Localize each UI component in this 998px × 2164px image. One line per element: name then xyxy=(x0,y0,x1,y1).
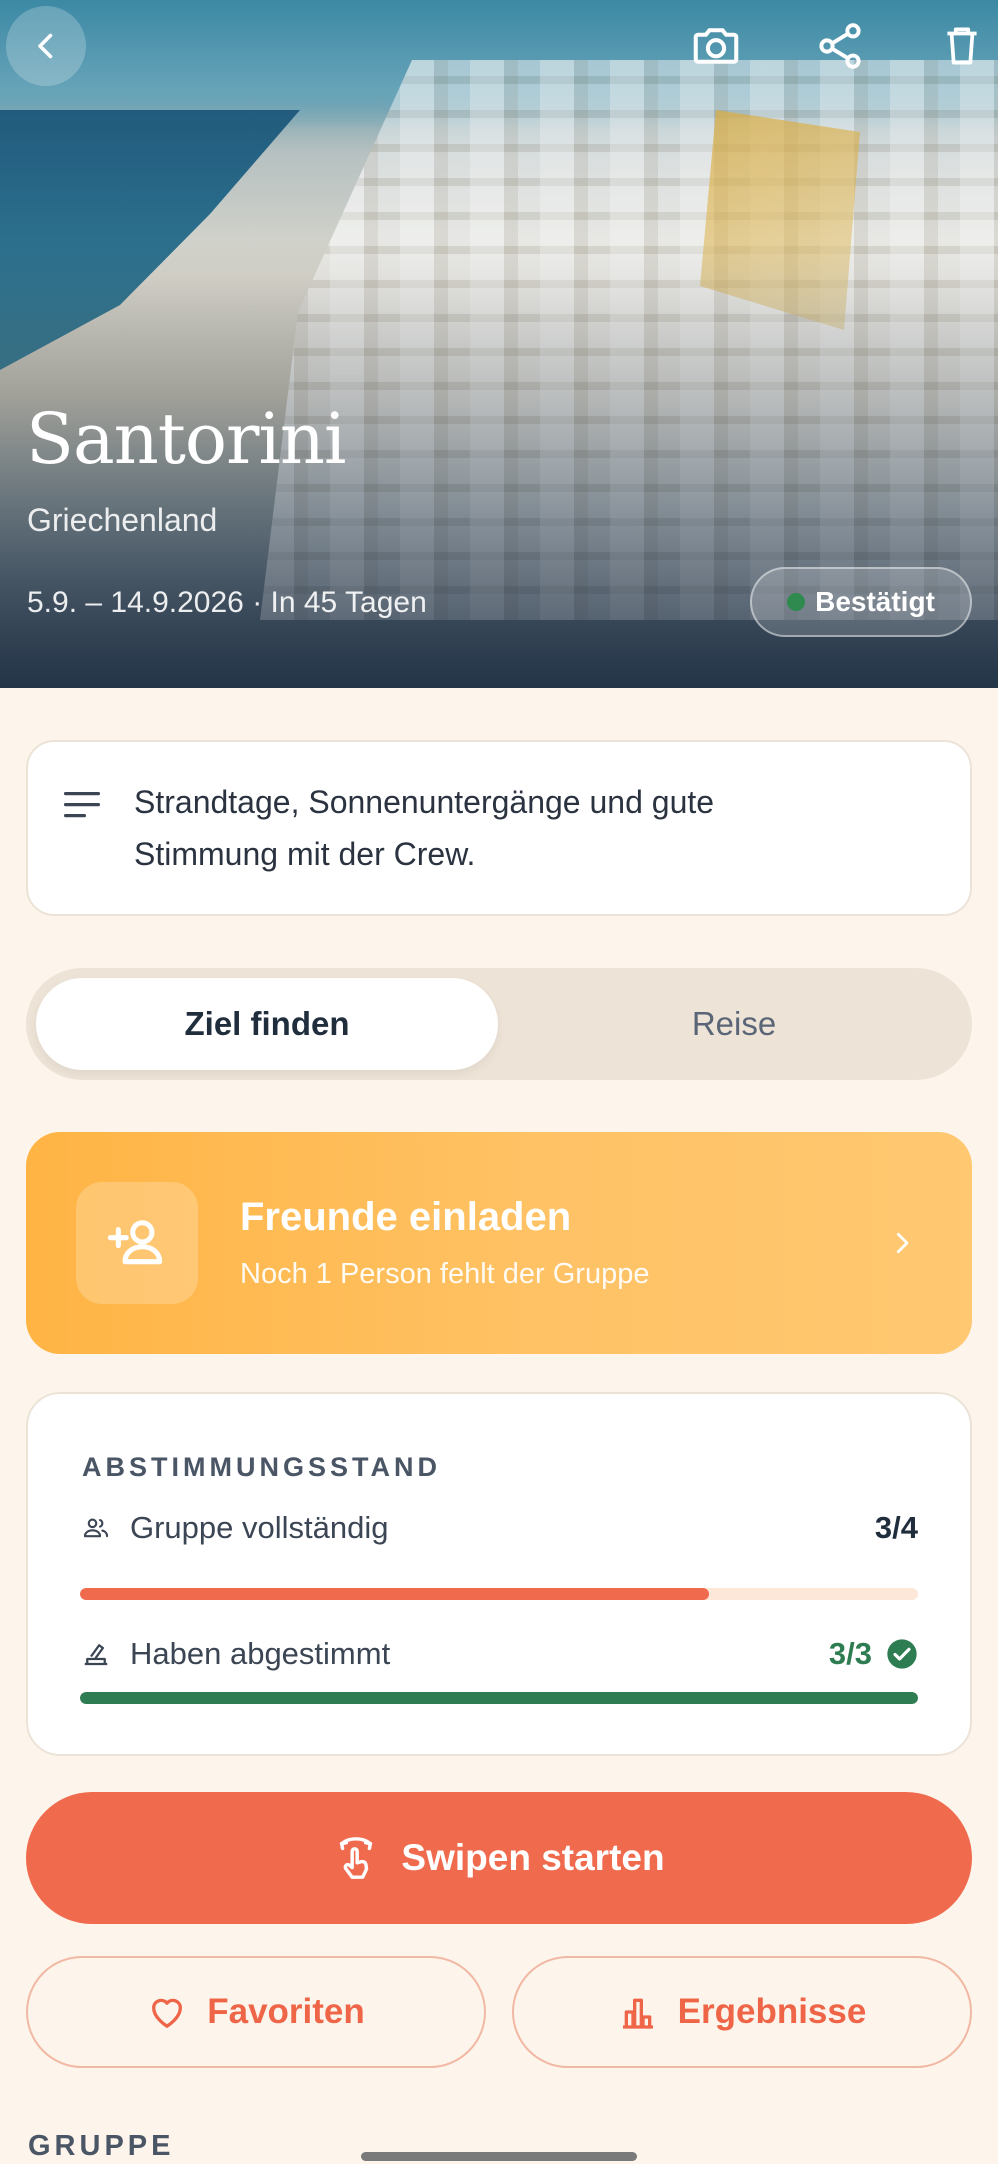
tab-reise[interactable]: Reise xyxy=(506,978,962,1070)
home-indicator[interactable] xyxy=(361,2152,637,2161)
description-text: Strandtage, Sonnenuntergänge und gute St… xyxy=(134,776,714,880)
notes-icon xyxy=(64,782,104,825)
trip-country: Griechenland xyxy=(27,502,218,538)
vote-row-group: Gruppe vollständig 3/4 xyxy=(80,1508,918,1548)
swipe-start-label: Swipen starten xyxy=(401,1837,665,1878)
description-line-2: Stimmung mit der Crew. xyxy=(134,836,476,872)
vote-row-voted: Haben abgestimmt 3/3 xyxy=(80,1634,918,1674)
progress-bar-voted xyxy=(80,1692,918,1704)
status-dot xyxy=(787,593,806,611)
group-icon xyxy=(83,1518,109,1538)
back-button[interactable] xyxy=(6,6,86,86)
favorites-label: Favoriten xyxy=(207,1992,365,2031)
camera-icon xyxy=(693,28,739,64)
description-line-1: Strandtage, Sonnenuntergänge und gute xyxy=(134,784,715,820)
status-badge: Bestätigt xyxy=(750,567,972,637)
vote-row-label: Haben abgestimmt xyxy=(130,1636,391,1671)
vote-row-value: 3/4 xyxy=(874,1510,918,1545)
vote-row-label: Gruppe vollständig xyxy=(130,1510,389,1545)
delete-button[interactable] xyxy=(922,6,998,86)
trash-icon xyxy=(947,27,977,65)
bar-chart-icon xyxy=(622,1998,653,2029)
vote-row-value: 3/3 xyxy=(828,1636,872,1671)
person-add-icon xyxy=(107,1220,163,1265)
chevron-right-icon xyxy=(882,1223,922,1263)
hero-image: Santorini Griechenland 5.9. – 14.9.2026 … xyxy=(0,0,998,688)
invite-title: Freunde einladen xyxy=(240,1195,572,1239)
swipe-start-button[interactable]: Swipen starten xyxy=(26,1792,972,1924)
results-label: Ergebnisse xyxy=(677,1992,867,2031)
segmented-control: Ziel finden Reise xyxy=(26,968,972,1080)
chevron-left-icon xyxy=(38,33,53,59)
vote-heading: ABSTIMMUNGSSTAND xyxy=(82,1452,441,1482)
progress-bar-group xyxy=(80,1588,918,1600)
status-label: Bestätigt xyxy=(815,586,935,617)
heart-icon xyxy=(152,1998,183,2028)
share-icon xyxy=(819,23,861,69)
tab-ziel-finden[interactable]: Ziel finden xyxy=(36,978,498,1070)
progress-fill-voted xyxy=(80,1692,918,1704)
invite-icon-box xyxy=(76,1182,198,1304)
share-button[interactable] xyxy=(800,6,880,86)
swipe-gesture-icon xyxy=(340,1837,373,1879)
check-circle-icon xyxy=(887,1639,917,1669)
results-button[interactable]: Ergebnisse xyxy=(512,1956,972,2068)
group-section-heading: GRUPPE xyxy=(28,2130,175,2162)
trip-title: Santorini xyxy=(26,398,346,480)
invite-friends-card[interactable]: Freunde einladen Noch 1 Person fehlt der… xyxy=(26,1132,972,1354)
progress-fill-group xyxy=(80,1588,709,1600)
favorites-button[interactable]: Favoriten xyxy=(26,1956,486,2068)
ballot-icon xyxy=(84,1644,108,1666)
trip-dates: 5.9. – 14.9.2026 · In 45 Tagen xyxy=(27,586,427,619)
description-card[interactable]: Strandtage, Sonnenuntergänge und gute St… xyxy=(26,740,972,916)
invite-subtitle: Noch 1 Person fehlt der Gruppe xyxy=(240,1258,650,1290)
camera-button[interactable] xyxy=(676,6,756,86)
